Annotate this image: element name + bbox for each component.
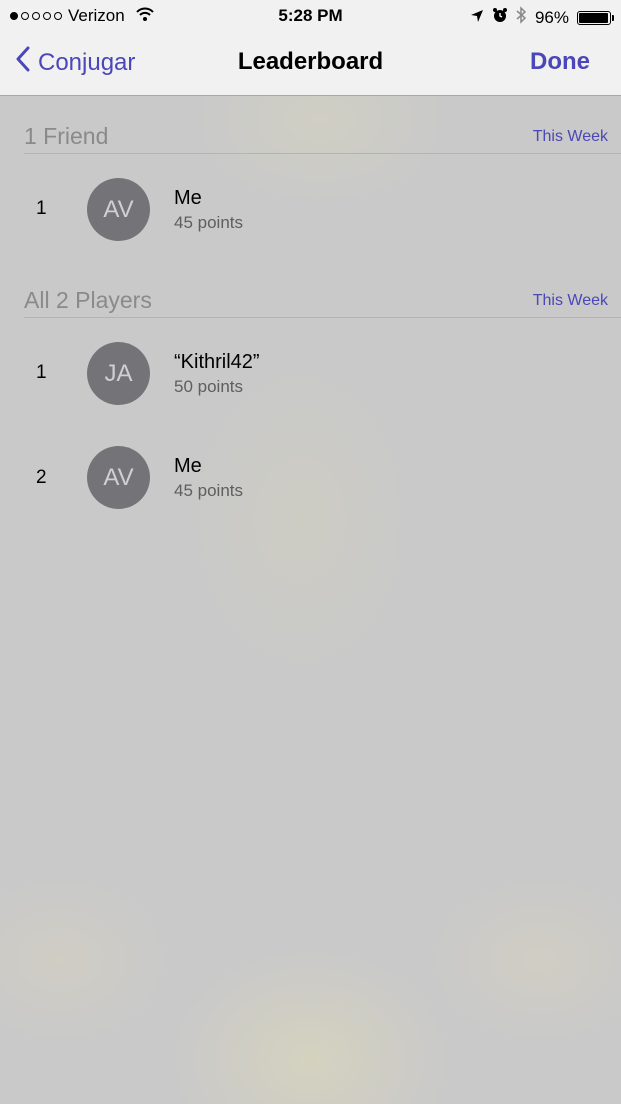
battery-percent: 96% — [534, 7, 569, 27]
section-header-friends: 1 Friend This Week — [24, 118, 621, 154]
battery-icon — [577, 10, 614, 25]
time-filter-button[interactable]: This Week — [533, 128, 608, 146]
player-name: Me — [174, 187, 202, 209]
status-right: 96% — [470, 6, 614, 29]
done-button[interactable]: Done — [530, 48, 590, 76]
navigation-bar: Conjugar Leaderboard Done — [0, 32, 621, 96]
leaderboard-row[interactable]: 1 JA “Kithril42” 50 points — [0, 342, 621, 406]
avatar: JA — [87, 342, 150, 405]
rank: 2 — [36, 467, 47, 488]
player-name: Me — [174, 455, 202, 477]
player-points: 45 points — [174, 481, 243, 500]
alarm-icon — [492, 7, 508, 28]
battery-fill — [579, 12, 608, 23]
time-filter-button[interactable]: This Week — [533, 292, 608, 310]
status-bar: Verizon 5:28 PM 96% — [0, 0, 621, 32]
player-points: 45 points — [174, 213, 243, 232]
avatar: AV — [87, 446, 150, 509]
rank: 1 — [36, 198, 47, 219]
player-name: “Kithril42” — [174, 351, 260, 373]
bluetooth-icon — [516, 6, 527, 29]
avatar: AV — [87, 178, 150, 241]
leaderboard-row[interactable]: 1 AV Me 45 points — [0, 178, 621, 242]
rank: 1 — [36, 362, 47, 383]
section-header-all-players: All 2 Players This Week — [24, 282, 621, 318]
player-points: 50 points — [174, 377, 243, 396]
page-title: Leaderboard — [237, 48, 384, 75]
leaderboard-row[interactable]: 2 AV Me 45 points — [0, 446, 621, 510]
location-arrow-icon — [470, 8, 484, 28]
section-title: 1 Friend — [24, 123, 109, 149]
section-title: All 2 Players — [24, 287, 152, 313]
